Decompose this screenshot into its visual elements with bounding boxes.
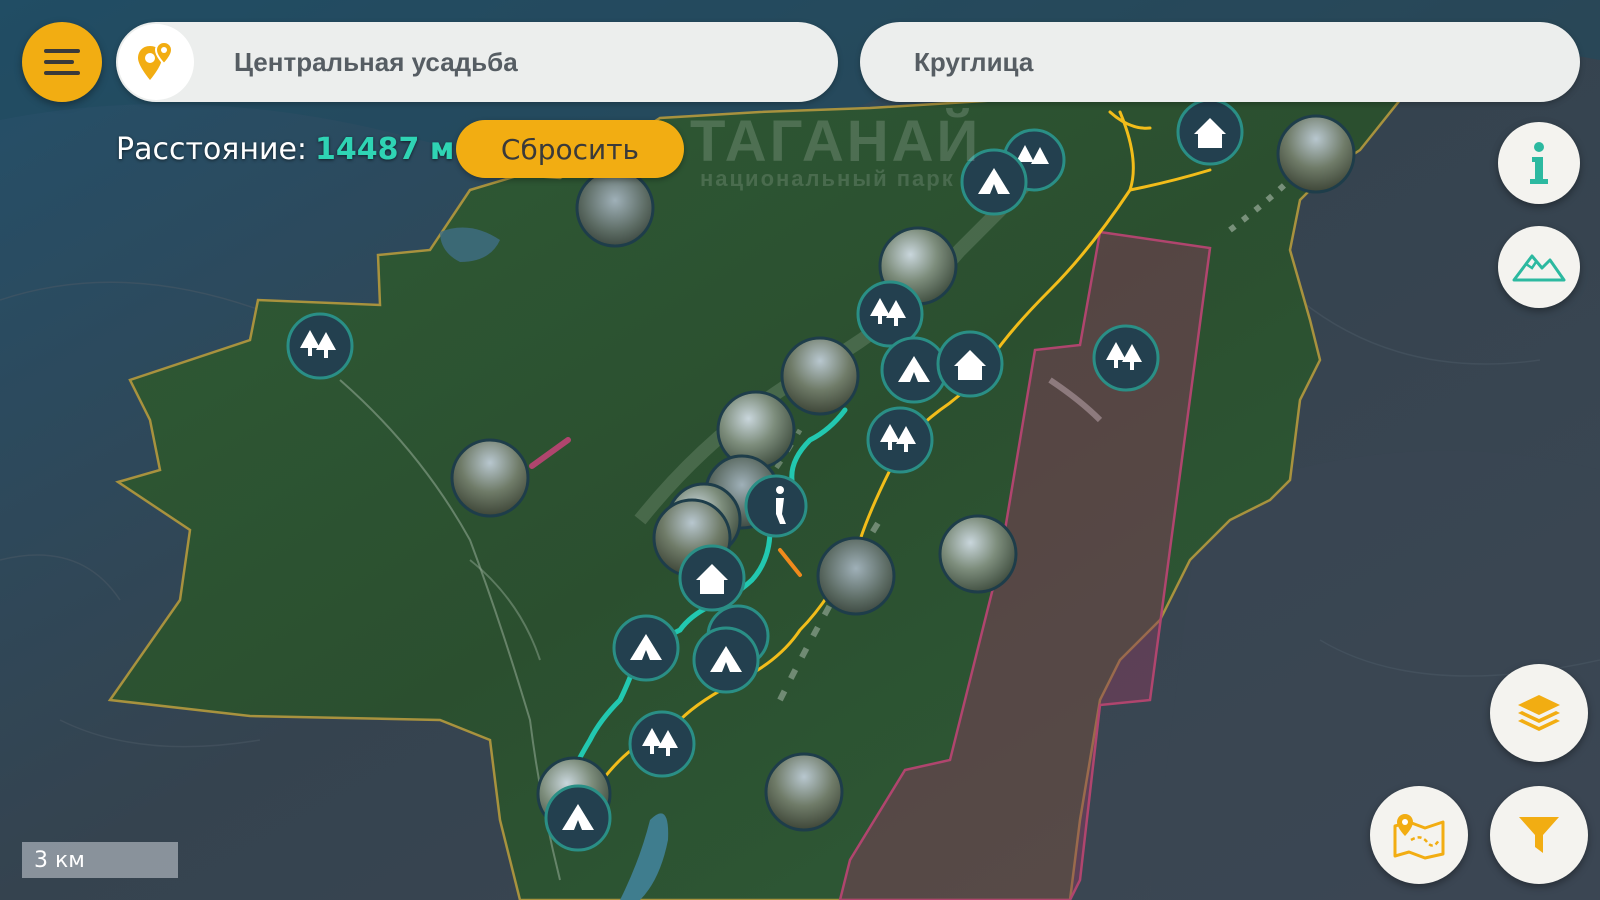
route-start-field[interactable]: Центральная усадьба <box>116 22 838 102</box>
info-icon <box>1530 142 1548 184</box>
route-end-value[interactable]: Круглица <box>914 47 1033 78</box>
house-marker[interactable] <box>678 544 746 612</box>
info-button[interactable] <box>1498 122 1580 204</box>
map-scale-label: 3 км <box>34 847 85 873</box>
photo-marker[interactable] <box>816 536 896 616</box>
photo-marker[interactable] <box>780 336 860 416</box>
filter-button[interactable] <box>1490 786 1588 884</box>
route-distance: Расстояние: 14487 м <box>116 132 454 167</box>
photo-marker[interactable] <box>938 514 1018 594</box>
forest-marker[interactable] <box>286 312 354 380</box>
photo-marker[interactable] <box>1276 114 1356 194</box>
route-start-value[interactable]: Центральная усадьба <box>234 47 518 78</box>
forest-marker[interactable] <box>856 280 924 348</box>
forest-marker[interactable] <box>628 710 696 778</box>
house-marker[interactable] <box>1176 98 1244 166</box>
park-watermark-subtitle: национальный парк <box>700 166 955 191</box>
layers-icon <box>1518 695 1560 731</box>
tent-marker[interactable] <box>692 626 760 694</box>
routes-button[interactable] <box>1370 786 1468 884</box>
forest-marker[interactable] <box>1092 324 1160 392</box>
tent-marker[interactable] <box>612 614 680 682</box>
reset-button[interactable]: Сбросить <box>456 120 684 178</box>
hamburger-menu-icon <box>44 49 80 75</box>
map-scale: 3 км <box>22 842 178 878</box>
photo-marker[interactable] <box>716 390 796 470</box>
house-marker[interactable] <box>936 330 1004 398</box>
photo-marker[interactable] <box>450 438 530 518</box>
photo-marker[interactable] <box>575 168 655 248</box>
distance-label: Расстояние: <box>116 132 308 167</box>
hiker-marker[interactable] <box>744 474 808 538</box>
layers-button[interactable] <box>1490 664 1588 762</box>
menu-button[interactable] <box>22 22 102 102</box>
forest-marker[interactable] <box>866 406 934 474</box>
park-watermark-title: ТАГАНАЙ <box>690 109 982 174</box>
mountain-icon <box>1512 254 1566 282</box>
photo-marker[interactable] <box>764 752 844 832</box>
location-pin-icon[interactable] <box>118 24 194 100</box>
route-end-field[interactable]: Круглица <box>860 22 1580 102</box>
map-route-icon <box>1393 814 1445 860</box>
tent-marker[interactable] <box>880 336 948 404</box>
elevation-button[interactable] <box>1498 226 1580 308</box>
distance-value: 14487 м <box>315 132 455 167</box>
filter-funnel-icon <box>1519 817 1559 853</box>
tent-marker[interactable] <box>544 784 612 852</box>
